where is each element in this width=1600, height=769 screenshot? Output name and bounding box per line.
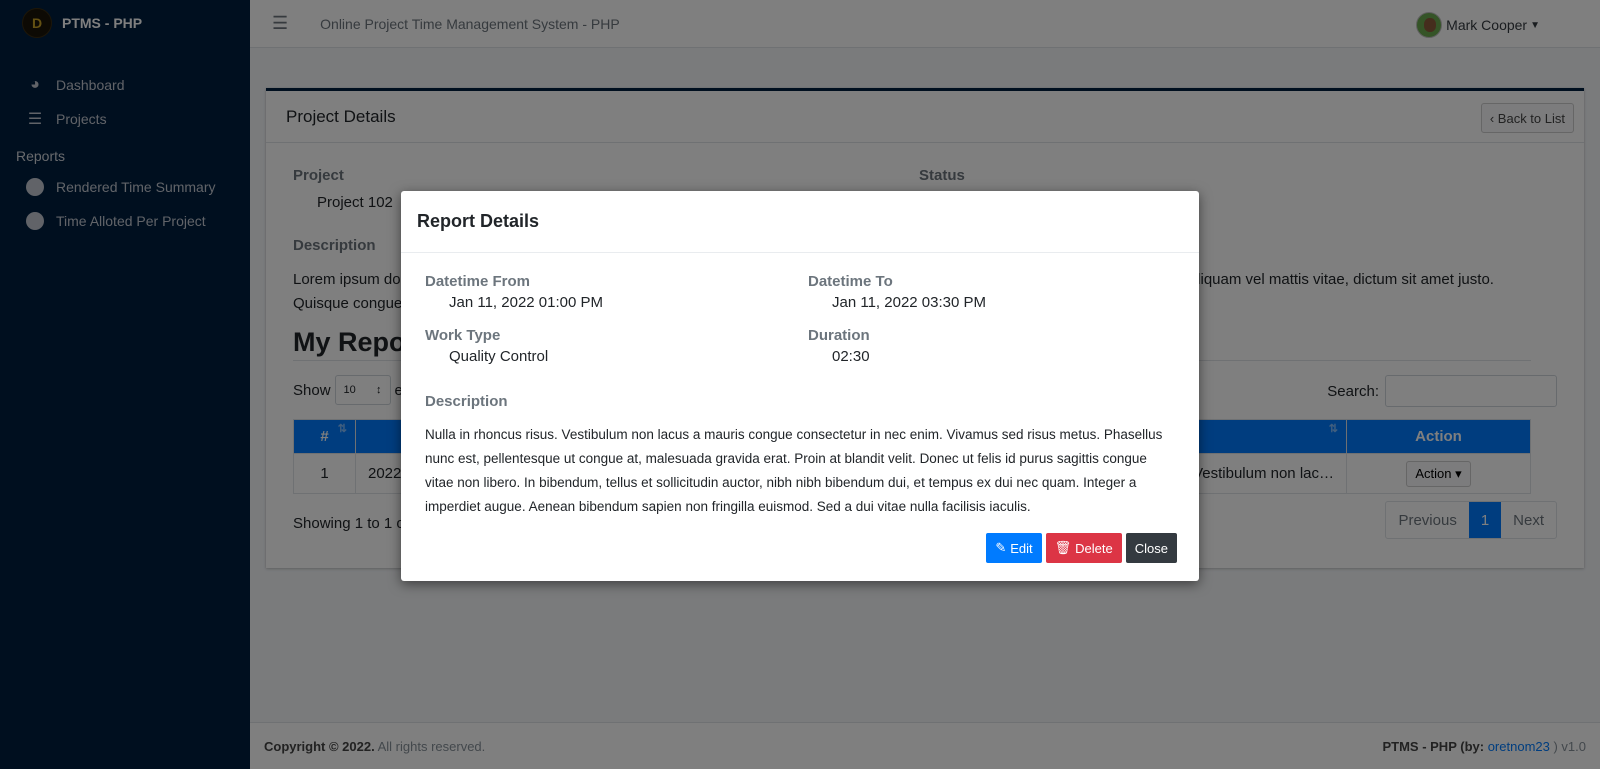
duration-label: Duration: [808, 327, 870, 344]
edit-icon: ✎: [995, 540, 1007, 555]
modal-actions: ✎ Edit 🗑 Delete Close: [986, 533, 1177, 563]
delete-button[interactable]: 🗑 Delete: [1045, 533, 1122, 563]
edit-label: Edit: [1010, 540, 1033, 556]
edit-button[interactable]: ✎ Edit: [986, 533, 1042, 563]
delete-label: Delete: [1075, 540, 1113, 556]
work-type-label: Work Type: [425, 327, 501, 344]
modal-left-column: Datetime From Jan 11, 2022 01:00 PM Work…: [425, 273, 603, 381]
modal-description-text: Nulla in rhoncus risus. Vestibulum non l…: [425, 427, 1163, 514]
modal-right-column: Datetime To Jan 11, 2022 03:30 PM Durati…: [808, 273, 986, 381]
datetime-to-label: Datetime To: [808, 273, 893, 290]
duration-value: 02:30: [832, 348, 870, 365]
datetime-to-value: Jan 11, 2022 03:30 PM: [832, 294, 986, 311]
trash-icon: 🗑: [1054, 540, 1072, 555]
modal-description-label: Description: [425, 393, 508, 410]
datetime-from-label: Datetime From: [425, 273, 531, 290]
datetime-from-value: Jan 11, 2022 01:00 PM: [449, 294, 603, 311]
report-details-modal: Report Details Datetime From Jan 11, 202…: [401, 191, 1199, 581]
modal-title: Report Details: [401, 191, 1199, 253]
close-button[interactable]: Close: [1125, 533, 1177, 563]
work-type-value: Quality Control: [449, 348, 549, 365]
